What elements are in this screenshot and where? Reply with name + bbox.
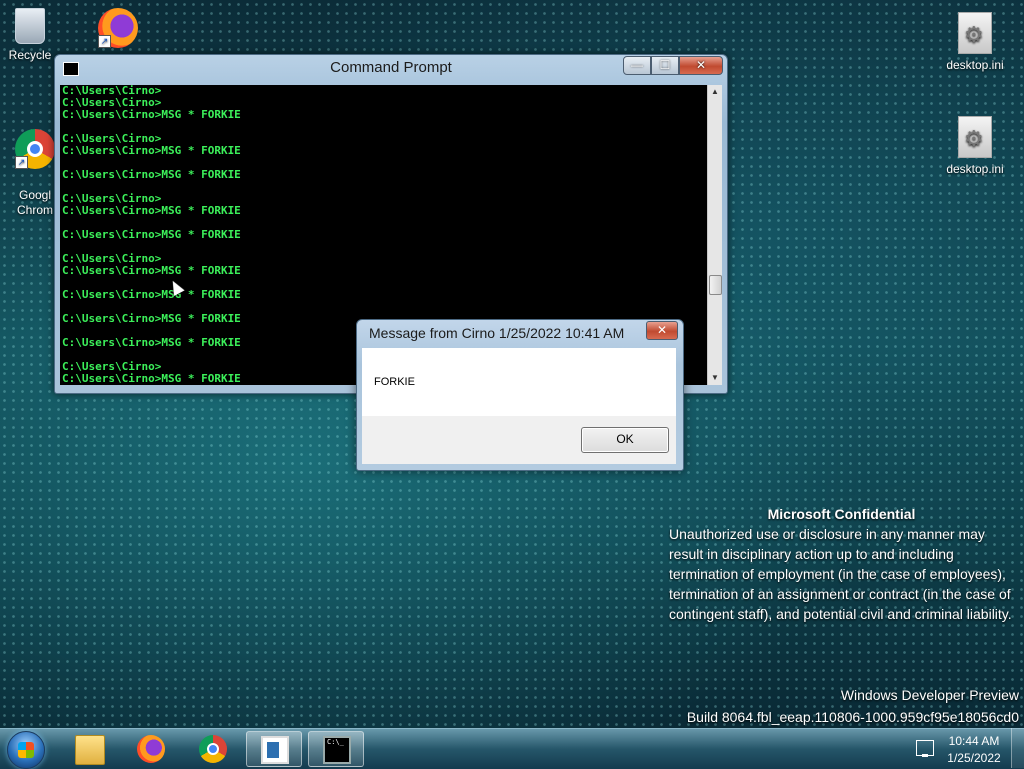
clock-time: 10:44 AM (948, 734, 1000, 748)
ok-button[interactable]: OK (581, 427, 669, 453)
windows-logo-icon (18, 742, 34, 758)
show-desktop-button[interactable] (1011, 728, 1024, 768)
minimize-button[interactable]: — (623, 56, 651, 75)
firefox-icon: ↗ (98, 8, 138, 48)
desktop-icon-firefox[interactable]: ↗ (80, 8, 156, 52)
settings-file-icon (958, 12, 992, 54)
command-prompt-icon: C:\_ (323, 736, 351, 764)
dialog-body: FORKIE (362, 348, 676, 416)
desktop-icon-desktop-ini[interactable]: desktop.ini (937, 116, 1013, 176)
start-button[interactable] (7, 731, 45, 769)
shortcut-arrow-icon: ↗ (15, 156, 28, 169)
build-edition: Windows Developer Preview (840, 687, 1019, 703)
firefox-icon (137, 735, 165, 763)
build-number: Build 8064.fbl_eeap.110806-1000.959cf95e… (686, 709, 1019, 725)
chrome-icon (199, 735, 227, 763)
network-icon[interactable] (916, 740, 934, 757)
dialog-footer: OK (362, 416, 676, 464)
confidential-body: Unauthorized use or disclosure in any ma… (669, 526, 1012, 622)
system-clock[interactable]: 10:44 AM 1/25/2022 (944, 733, 1004, 767)
chrome-icon: ↗ (15, 129, 55, 169)
taskbar: C:\_ (0, 728, 1024, 769)
taskbar-firefox[interactable] (123, 731, 179, 767)
console-line: C:\Users\Cirno>MSG * FORKIE (62, 204, 241, 217)
dialog-close-button[interactable]: ✕ (646, 321, 678, 340)
scroll-up-arrow-icon[interactable]: ▲ (708, 85, 722, 99)
taskbar-chrome[interactable] (185, 731, 241, 767)
vertical-scrollbar[interactable]: ▲ ▼ (707, 85, 722, 385)
desktop-icon-label: desktop.ini (946, 162, 1004, 176)
shortcut-arrow-icon: ↗ (98, 35, 111, 48)
console-line: C:\Users\Cirno>MSG * FORKIE (62, 264, 241, 277)
desktop-icon-label: desktop.ini (946, 58, 1004, 72)
dialog-message: FORKIE (374, 376, 415, 388)
maximize-button[interactable]: ☐ (651, 56, 679, 75)
settings-file-icon (958, 116, 992, 158)
console-line: C:\Users\Cirno>MSG * FORKIE (62, 228, 241, 241)
message-dialog[interactable]: Message from Cirno 1/25/2022 10:41 AM ✕ … (356, 319, 684, 471)
desktop-icon-desktop-ini[interactable]: desktop.ini (937, 12, 1013, 72)
console-line: C:\Users\Cirno>MSG * FORKIE (62, 288, 241, 301)
confidential-heading: Microsoft Confidential (767, 506, 916, 522)
confidential-notice: Microsoft Confidential Unauthorized use … (669, 504, 1014, 624)
console-line: C:\Users\Cirno>MSG * FORKIE (62, 168, 241, 181)
clock-date: 1/25/2022 (947, 751, 1001, 765)
recycle-bin-icon (15, 8, 45, 44)
taskbar-file-explorer[interactable] (61, 731, 117, 767)
scroll-down-arrow-icon[interactable]: ▼ (708, 371, 722, 385)
dialog-title: Message from Cirno 1/25/2022 10:41 AM (369, 325, 625, 341)
close-button[interactable]: ✕ (679, 56, 723, 75)
build-watermark: Windows Developer Preview Build 8064.fbl… (687, 684, 1019, 728)
folder-icon (75, 735, 105, 765)
taskbar-command-prompt[interactable]: C:\_ (308, 731, 364, 767)
console-line: C:\Users\Cirno>MSG * FORKIE (62, 108, 241, 121)
window-controls: — ☐ ✕ (623, 56, 723, 75)
console-line: C:\Users\Cirno>MSG * FORKIE (62, 144, 241, 157)
scrollbar-thumb[interactable] (709, 275, 722, 295)
taskbar-message-window[interactable] (246, 731, 302, 767)
message-window-icon (261, 736, 289, 764)
